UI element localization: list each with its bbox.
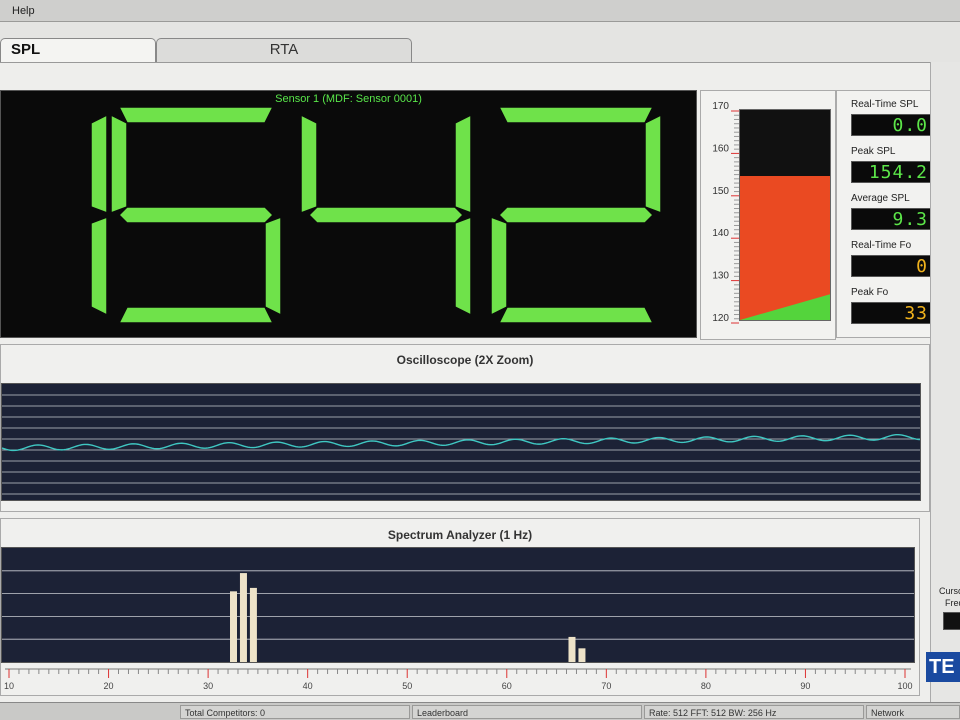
led-segment-digit-2-f <box>110 113 128 215</box>
freq-label: Freq <box>945 598 960 608</box>
spectrum-title: Spectrum Analyzer (1 Hz) <box>387 528 533 542</box>
status-network: Network <box>866 705 960 719</box>
right-side-panel: Curso Freq <box>930 62 960 702</box>
gauge-green-wedge <box>740 294 830 320</box>
status-leaderboard[interactable]: Leaderboard <box>412 705 642 719</box>
readout-value-2: 154.2 <box>851 161 933 183</box>
led-segment-digit-3-b <box>454 113 472 215</box>
spectrum-axis-label: 70 <box>601 681 611 691</box>
readout-label-3: Average SPL <box>851 193 910 204</box>
gauge-tick-label: 150 <box>712 186 729 197</box>
led-segment-digit-4-e <box>490 215 508 317</box>
spectrum-bar <box>249 587 257 662</box>
gauge-tick-label: 170 <box>712 101 729 112</box>
gauge-tick-label: 130 <box>712 271 729 282</box>
tab-rta[interactable]: RTA <box>156 38 412 62</box>
spectrum-axis-label: 100 <box>897 681 912 691</box>
led-segment-digit-2-g <box>117 206 275 224</box>
readout-value-3: 9.3 <box>851 208 933 230</box>
status-competitors: Total Competitors: 0 <box>180 705 410 719</box>
led-segment-digit-4-g <box>497 206 655 224</box>
spectrum-axis-label: 10 <box>4 681 14 691</box>
led-segment-digit-4-a <box>497 106 655 124</box>
spectrum-axis-label: 30 <box>203 681 213 691</box>
menu-help[interactable]: Help <box>12 5 35 17</box>
scope-trace-line <box>1 433 921 452</box>
spectrum-axis-label: 40 <box>303 681 313 691</box>
led-segment-digit-2-a <box>117 106 275 124</box>
tab-spl[interactable]: SPL <box>0 38 156 62</box>
spectrum-axis-label: 80 <box>701 681 711 691</box>
brand-logo: TE <box>926 652 960 682</box>
readout-label-4: Real-Time Fo <box>851 240 912 251</box>
readout-label-2: Peak SPL <box>851 146 896 157</box>
led-segment-digit-2-c <box>264 215 282 317</box>
led-segment-digit-1-b <box>90 113 108 215</box>
spectrum-axis-label: 50 <box>402 681 412 691</box>
spectrum-bars <box>2 570 914 662</box>
spectrum-axis-label: 60 <box>502 681 512 691</box>
status-rate: Rate: 512 FFT: 512 BW: 256 Hz <box>644 705 864 719</box>
led-segment-digit-2-d <box>117 306 275 324</box>
menu-bar: Help <box>0 0 960 22</box>
led-segment-digit-4-b <box>644 113 662 215</box>
spectrum-axis-label: 90 <box>800 681 810 691</box>
led-segment-digit-4-d <box>497 306 655 324</box>
gauge-tick-label: 160 <box>712 143 729 154</box>
gauge-tick-label: 120 <box>712 313 729 324</box>
oscilloscope-screen <box>1 383 921 501</box>
gauge-scale: 170 160 150 140 130 120 <box>712 101 739 324</box>
cursor-label: Curso <box>939 586 960 596</box>
spectrum-frequency-axis: 10 20 30 40 50 60 70 80 90 100 <box>4 668 913 691</box>
readout-value-4: 0 <box>851 255 933 277</box>
spectrum-axis-label: 20 <box>104 681 114 691</box>
spectrum-panel: Spectrum Analyzer (1 Hz) 10 20 30 40 50 60 70 8… <box>0 518 920 696</box>
led-segment-digit-3-f <box>300 113 318 215</box>
led-segment-digit-1-c <box>90 215 108 317</box>
spl-bar-gauge: 170 160 150 140 130 120 <box>700 90 836 340</box>
led-segment-digit-3-c <box>454 215 472 317</box>
readout-label-5: Peak Fo <box>851 287 889 298</box>
oscilloscope-panel: Oscilloscope (2X Zoom) <box>0 344 930 512</box>
readout-value-5: 33 <box>851 302 933 324</box>
readout-value-1: 0.0 <box>851 114 933 136</box>
oscilloscope-title: Oscilloscope (2X Zoom) <box>396 353 534 367</box>
spectrum-screen <box>1 547 915 663</box>
spectrum-bar <box>568 636 576 662</box>
spl-led-display: Sensor 1 (MDF: Sensor 0001) <box>0 90 697 338</box>
gauge-bar <box>739 109 831 321</box>
oscilloscope-trace <box>1 394 921 495</box>
spectrum-bar <box>230 591 237 662</box>
spectrum-bar <box>578 648 586 662</box>
spectrum-bar <box>239 573 247 662</box>
gauge-tick-label: 140 <box>712 228 729 239</box>
led-segment-digit-3-g <box>307 206 465 224</box>
readout-label-1: Real-Time SPL <box>851 99 919 110</box>
led-digits <box>90 106 662 324</box>
status-bar: Total Competitors: 0 Leaderboard Rate: 5… <box>0 702 960 720</box>
tab-bar: SPL RTA <box>0 22 960 62</box>
cursor-freq-readout <box>943 612 960 630</box>
